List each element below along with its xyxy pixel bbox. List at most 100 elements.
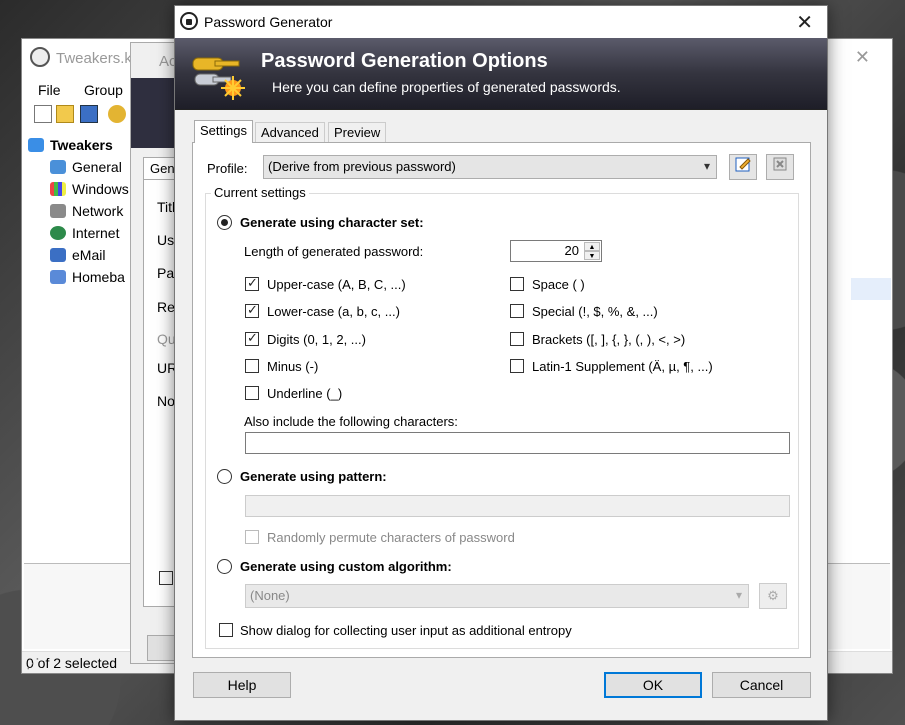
special-label[interactable]: Special (!, $, %, &, ...) (532, 304, 658, 319)
entry-label-notes: No (157, 393, 175, 409)
add-entry-icon[interactable] (108, 105, 126, 123)
pattern-radio[interactable] (217, 469, 232, 484)
chevron-down-icon: ▾ (735, 588, 742, 602)
group-tree: Tweakers General Windows Network Interne… (24, 133, 132, 563)
algorithm-options-button[interactable]: ⚙ (759, 583, 787, 609)
spinner-buttons: ▲ ▼ (584, 242, 600, 260)
close-icon[interactable]: ✕ (796, 10, 813, 35)
permute-label[interactable]: Randomly permute characters of password (267, 530, 515, 545)
charset-radio[interactable] (217, 215, 232, 230)
help-button[interactable]: Help (193, 672, 291, 698)
tree-item-windows[interactable]: Windows (50, 181, 129, 201)
pattern-radio-label[interactable]: Generate using pattern: (240, 469, 387, 484)
keepass-lock-icon (180, 12, 198, 30)
windows-icon (50, 182, 66, 196)
space-label[interactable]: Space ( ) (532, 277, 585, 292)
lowercase-label[interactable]: Lower-case (a, b, c, ...) (267, 304, 400, 319)
minus-label[interactable]: Minus (-) (267, 359, 318, 374)
email-icon (50, 248, 66, 262)
also-include-input[interactable] (245, 432, 790, 454)
profile-combo[interactable]: (Derive from previous password) ▾ (263, 155, 717, 179)
selected-row[interactable] (851, 278, 891, 300)
permute-checkbox[interactable] (245, 530, 259, 544)
length-label: Length of generated password: (244, 244, 424, 259)
save-profile-button[interactable] (729, 154, 757, 180)
keys-icon (192, 57, 245, 100)
entry-label-username: Us (157, 232, 175, 248)
menu-group[interactable]: Group (84, 82, 123, 98)
minus-checkbox[interactable] (245, 359, 259, 373)
latin1-label[interactable]: Latin-1 Supplement (Ä, µ, ¶, ...) (532, 359, 713, 374)
charset-radio-label[interactable]: Generate using character set: (240, 215, 424, 230)
entropy-checkbox[interactable] (219, 623, 233, 637)
brackets-label[interactable]: Brackets ([, ], {, }, (, ), <, >) (532, 332, 685, 347)
entry-label-password: Pa (157, 265, 175, 281)
keepass-app-icon (30, 47, 50, 67)
profile-label: Profile: (207, 161, 248, 176)
save-icon[interactable] (80, 105, 98, 123)
globe-icon (50, 226, 66, 240)
settings-panel: Profile: (Derive from previous password)… (192, 142, 811, 658)
dialog-banner: Password Generation Options Here you can… (175, 38, 827, 110)
underline-checkbox[interactable] (245, 386, 259, 400)
brackets-checkbox[interactable] (510, 332, 524, 346)
custom-algorithm-value: (None) (250, 588, 290, 603)
underline-label[interactable]: Underline (_) (267, 386, 342, 401)
tab-advanced[interactable]: Advanced (255, 122, 325, 142)
tree-item-internet[interactable]: Internet (50, 225, 119, 245)
spin-down-icon[interactable]: ▼ (584, 251, 600, 260)
menu-file[interactable]: File (38, 82, 61, 98)
open-folder-icon[interactable] (56, 105, 74, 123)
entropy-label[interactable]: Show dialog for collecting user input as… (240, 623, 572, 638)
folder-icon (50, 160, 66, 174)
main-window-title: Tweakers.kc (56, 50, 140, 67)
lowercase-checkbox[interactable] (245, 302, 259, 318)
profile-value: (Derive from previous password) (268, 159, 456, 174)
entry-label-repeat: Re (157, 299, 175, 315)
password-generator-dialog: Password Generator ✕ Password Generation… (174, 5, 828, 721)
custom-algorithm-combo[interactable]: (None) ▾ (245, 584, 749, 608)
current-settings-title: Current settings (211, 185, 309, 200)
latin1-checkbox[interactable] (510, 359, 524, 373)
tree-item-network[interactable]: Network (50, 203, 123, 223)
uppercase-label[interactable]: Upper-case (A, B, C, ...) (267, 277, 406, 292)
custom-algorithm-radio[interactable] (217, 559, 232, 574)
current-settings-group: Current settings Generate using characte… (205, 185, 799, 649)
main-close-icon[interactable]: ✕ (855, 47, 870, 68)
tree-item-email[interactable]: eMail (50, 247, 105, 267)
tree-root[interactable]: Tweakers (28, 137, 113, 157)
length-spinner[interactable]: 20 ▲ ▼ (510, 240, 602, 262)
tree-item-homebanking[interactable]: Homeba (50, 269, 125, 289)
tab-settings[interactable]: Settings (194, 120, 253, 143)
digits-label[interactable]: Digits (0, 1, 2, ...) (267, 332, 366, 347)
also-include-label: Also include the following characters: (244, 414, 458, 429)
tree-item-general[interactable]: General (50, 159, 122, 179)
dialog-titlebar: Password Generator ✕ (175, 6, 827, 38)
gear-icon: ⚙ (767, 588, 779, 603)
digits-checkbox[interactable] (245, 330, 259, 346)
network-icon (50, 204, 66, 218)
chevron-down-icon: ▾ (703, 159, 710, 173)
delete-icon (773, 157, 787, 171)
delete-profile-button[interactable] (766, 154, 794, 180)
folder-icon (28, 138, 44, 152)
banner-title: Password Generation Options (261, 50, 548, 72)
spin-up-icon[interactable]: ▲ (584, 242, 600, 251)
dialog-title: Password Generator (204, 14, 333, 30)
percent-icon (50, 270, 66, 284)
new-file-icon[interactable] (34, 105, 52, 123)
edit-icon (735, 157, 751, 172)
space-checkbox[interactable] (510, 277, 524, 291)
uppercase-checkbox[interactable] (245, 275, 259, 291)
tab-preview[interactable]: Preview (328, 122, 387, 142)
entry-label-title: Titl (157, 199, 176, 215)
entry-expires-checkbox[interactable] (159, 571, 173, 585)
special-checkbox[interactable] (510, 304, 524, 318)
length-value: 20 (564, 243, 579, 258)
cancel-button[interactable]: Cancel (712, 672, 811, 698)
ok-button[interactable]: OK (604, 672, 702, 698)
entry-label-quality: Qu (157, 331, 176, 347)
custom-algorithm-label[interactable]: Generate using custom algorithm: (240, 559, 452, 574)
pattern-input[interactable] (245, 495, 790, 517)
banner-subtitle: Here you can define properties of genera… (272, 79, 621, 95)
